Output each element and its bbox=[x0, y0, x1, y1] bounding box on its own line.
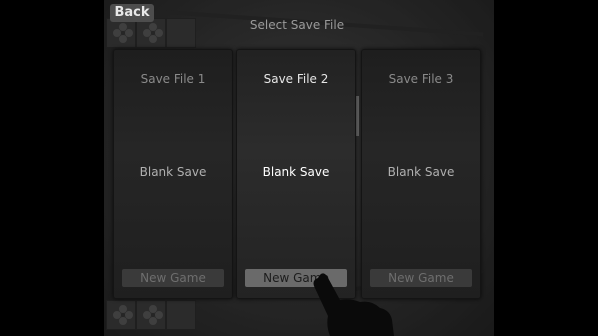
slot-name: Save File 2 bbox=[263, 72, 329, 86]
slot-name: Save File 1 bbox=[140, 72, 206, 86]
game-screen: Back Select Save File Save File 1 Blank … bbox=[0, 0, 598, 336]
background-marker bbox=[356, 96, 359, 136]
slot-state: Blank Save bbox=[387, 165, 455, 179]
save-slot-2[interactable]: Save File 2 Blank Save New Game bbox=[236, 49, 356, 299]
pointer-hand-icon bbox=[313, 273, 394, 336]
slot-state: Blank Save bbox=[262, 165, 330, 179]
slot-name: Save File 3 bbox=[388, 72, 454, 86]
save-slot-1[interactable]: Save File 1 Blank Save New Game bbox=[113, 49, 233, 299]
save-slot-3[interactable]: Save File 3 Blank Save New Game bbox=[361, 49, 481, 299]
new-game-button[interactable]: New Game bbox=[122, 269, 224, 287]
page-title: Select Save File bbox=[249, 18, 345, 32]
slot-state: Blank Save bbox=[139, 165, 207, 179]
